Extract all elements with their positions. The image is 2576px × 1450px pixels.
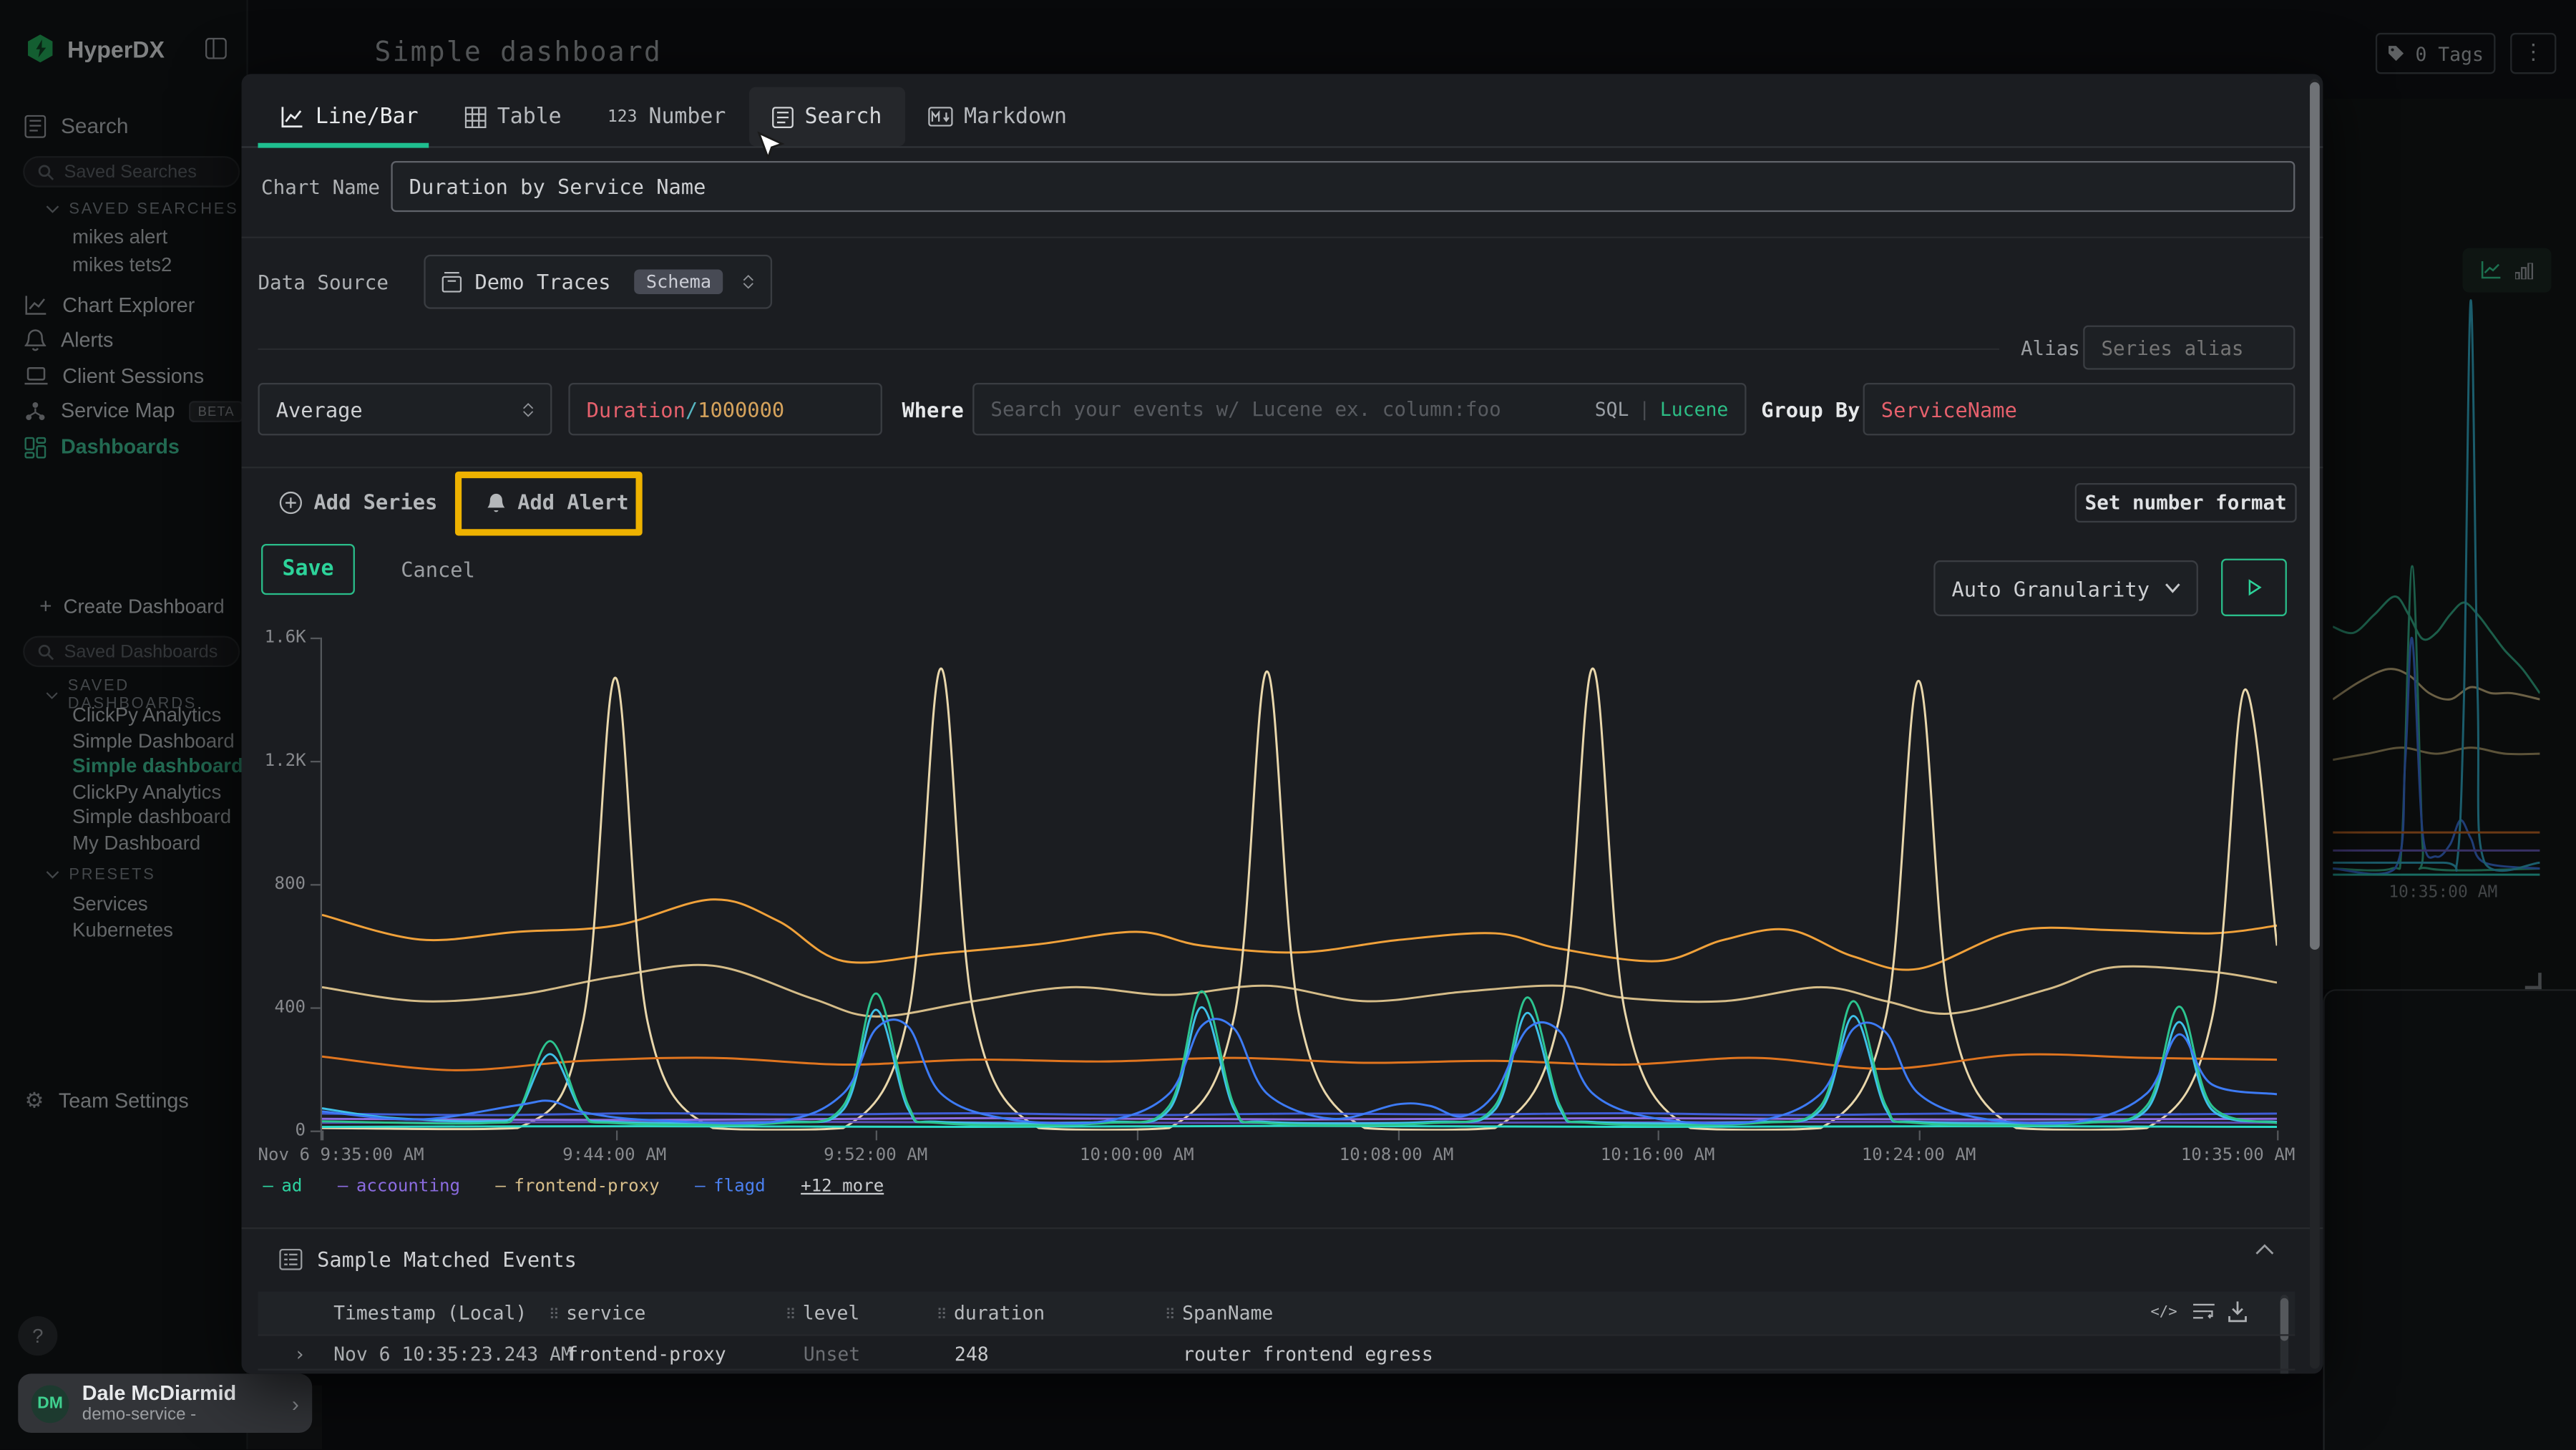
x-axis-tick: [876, 1131, 877, 1141]
x-tick-label: 10:16:00 AM: [1601, 1145, 1715, 1165]
table-row[interactable]: › Nov 6 10:35:23.243 AM frontend-proxy U…: [258, 1334, 2295, 1371]
duration-line-chart: [322, 638, 2277, 1131]
x-tick-label: 9:52:00 AM: [824, 1145, 927, 1165]
legend-item[interactable]: —accounting: [338, 1177, 460, 1197]
y-axis-tick: [311, 1131, 321, 1132]
view-code-icon[interactable]: </>: [2150, 1305, 2177, 1321]
cell-timestamp: Nov 6 10:35:23.243 AM: [333, 1342, 572, 1365]
legend-item[interactable]: —flagd: [695, 1177, 766, 1197]
drag-handle-icon[interactable]: ⠿: [937, 1308, 947, 1325]
x-tick-label: 10:35:00 AM: [2181, 1145, 2296, 1165]
drag-handle-icon[interactable]: ⠿: [549, 1308, 560, 1325]
row-expander-icon[interactable]: ›: [294, 1342, 306, 1365]
x-tick-label: 10:24:00 AM: [1862, 1145, 1976, 1165]
col-level[interactable]: ⠿level: [785, 1301, 859, 1324]
drag-handle-icon[interactable]: ⠿: [1165, 1308, 1176, 1325]
legend-more-link[interactable]: +12 more: [801, 1177, 884, 1197]
chart-legend: —ad —accounting —frontend-proxy —flagd +…: [263, 1172, 907, 1196]
y-axis-tick: [311, 761, 321, 762]
events-list-icon: [279, 1249, 302, 1270]
avatar: DM: [31, 1384, 69, 1422]
x-tick-label: Nov 6 9:35:00 AM: [258, 1145, 424, 1165]
legend-dash: —: [338, 1177, 348, 1197]
y-axis-tick: [311, 1007, 321, 1008]
x-axis-tick: [2277, 1131, 2278, 1141]
drag-handle-icon[interactable]: ⠿: [785, 1308, 796, 1325]
table-row[interactable]: › Nov 6 10:35:23.243 AM frontend-proxy U…: [258, 1368, 2295, 1373]
cell-spanname: router frontend egress: [1183, 1342, 1433, 1365]
legend-dash: —: [263, 1177, 273, 1197]
download-icon[interactable]: [2228, 1301, 2248, 1323]
section-divider: [241, 1227, 2323, 1229]
user-name: Dale McDiarmid: [82, 1381, 236, 1405]
y-tick-label: 0: [265, 1121, 306, 1141]
legend-item[interactable]: —ad: [263, 1177, 302, 1197]
y-tick-label: 1.6K: [265, 628, 306, 648]
y-axis-tick: [311, 638, 321, 639]
user-card[interactable]: DM Dale McDiarmid demo-service - ›: [18, 1373, 312, 1433]
col-spanname[interactable]: ⠿SpanName: [1165, 1301, 1273, 1324]
cell-duration: 248: [955, 1342, 989, 1365]
x-tick-label: 9:44:00 AM: [562, 1145, 666, 1165]
x-axis-tick: [1397, 1131, 1399, 1141]
chart-area: 1.6K 1.2K 800 400 0 Nov 6 9:35:00 AM 9:4…: [241, 74, 2323, 1224]
col-service[interactable]: ⠿service: [549, 1301, 646, 1324]
legend-item[interactable]: —frontend-proxy: [495, 1177, 659, 1197]
x-tick-label: 10:00:00 AM: [1080, 1145, 1194, 1165]
cell-level: Unset: [804, 1342, 860, 1365]
x-axis-tick: [1918, 1131, 1920, 1141]
user-subtitle: demo-service -: [82, 1405, 236, 1425]
cell-service: frontend-proxy: [567, 1342, 726, 1365]
mouse-cursor: [757, 132, 785, 165]
modal-scrollbar[interactable]: [2310, 79, 2320, 1368]
x-axis-tick: [1136, 1131, 1138, 1141]
y-tick-label: 1.2K: [265, 751, 306, 771]
table-header-row: Timestamp (Local) ⠿service ⠿level ⠿durat…: [258, 1292, 2295, 1335]
hyperdx-app: Simple dashboard 0 Tags ⋮ ↻ 10:: [0, 0, 2576, 1450]
x-axis-tick: [1658, 1131, 1659, 1141]
events-table: Timestamp (Local) ⠿service ⠿level ⠿durat…: [258, 1292, 2295, 1374]
x-tick-label: 10:08:00 AM: [1340, 1145, 1454, 1165]
col-duration[interactable]: ⠿duration: [937, 1301, 1045, 1324]
y-tick-label: 800: [265, 874, 306, 894]
legend-dash: —: [695, 1177, 706, 1197]
legend-dash: —: [495, 1177, 506, 1197]
x-axis-tick: [322, 1131, 323, 1141]
sample-events-header[interactable]: Sample Matched Events: [279, 1247, 577, 1272]
y-tick-label: 400: [265, 998, 306, 1018]
collapse-section-icon[interactable]: [2255, 1244, 2273, 1255]
x-axis-tick: [615, 1131, 617, 1141]
chevron-right-icon: ›: [292, 1391, 299, 1415]
y-axis-tick: [311, 884, 321, 885]
chart-editor-modal: Line/Bar Table 123 Number Search: [241, 74, 2323, 1373]
col-timestamp[interactable]: Timestamp (Local): [333, 1301, 527, 1324]
wrap-lines-icon[interactable]: [2193, 1303, 2215, 1321]
